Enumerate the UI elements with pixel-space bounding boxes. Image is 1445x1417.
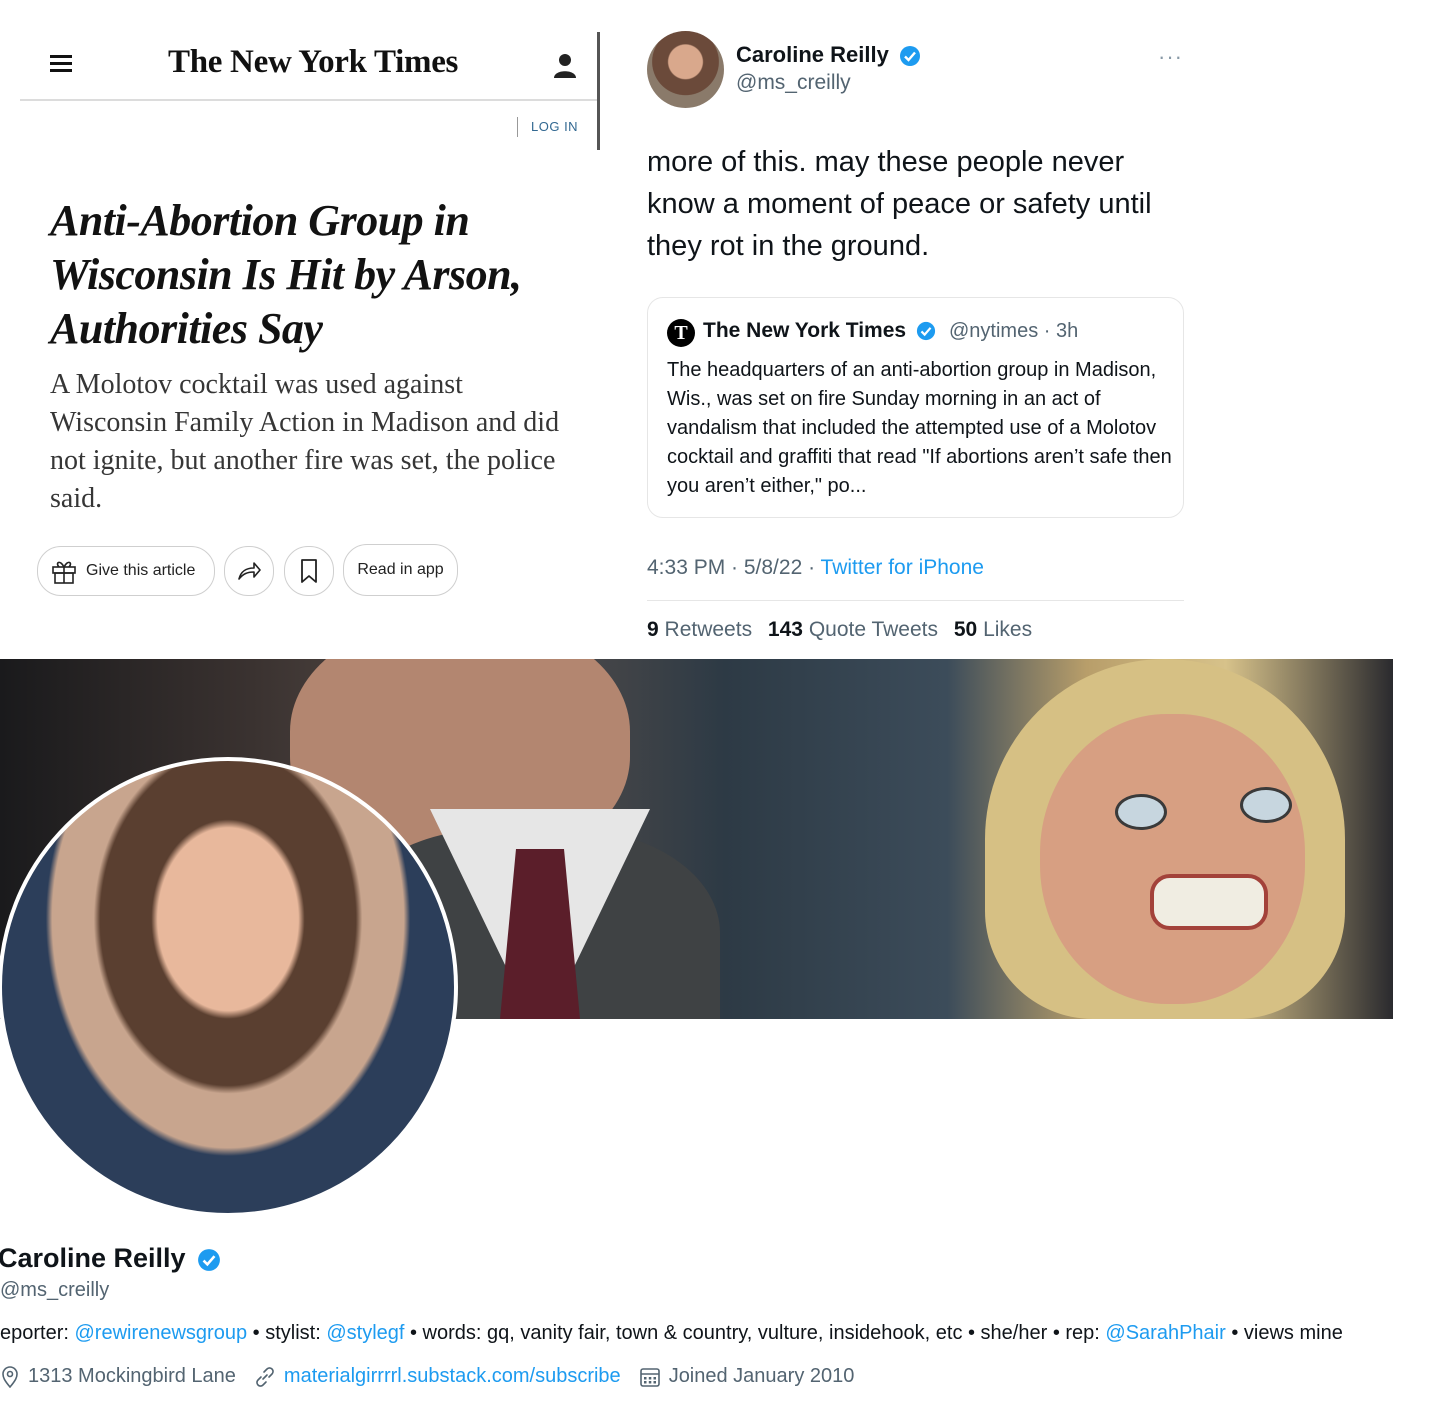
share-button[interactable] xyxy=(224,546,274,596)
profile-handle: @ms_creilly xyxy=(0,1279,110,1301)
bio-text: • words: gq, vanity fair, town & country… xyxy=(404,1322,1106,1344)
retweets-count: 9 xyxy=(647,618,659,641)
link-icon xyxy=(256,1366,274,1387)
quoted-tweet-author[interactable]: The New York Times xyxy=(703,319,936,343)
read-in-app-button[interactable]: Read in app xyxy=(343,544,458,596)
likes-label: Likes xyxy=(983,618,1033,641)
profile-name-text: Caroline Reilly xyxy=(0,1243,186,1273)
article-summary: A Molotov cocktail was used against Wisc… xyxy=(50,369,560,514)
quoted-author-text: The New York Times xyxy=(703,319,907,342)
login-separator xyxy=(517,117,518,137)
profile-joined: Joined January 2010 xyxy=(639,1365,855,1388)
gift-icon xyxy=(52,561,76,584)
tweet-author-name-text: Caroline Reilly xyxy=(736,42,889,67)
quoted-tweet-meta: @nytimes · 3h xyxy=(949,320,1079,342)
bio-link-stylegf[interactable]: @stylegf xyxy=(326,1322,404,1344)
location-text: 1313 Mockingbird Lane xyxy=(28,1365,236,1387)
nyt-logo[interactable]: The New York Times xyxy=(168,44,463,81)
bio-text: eporter: xyxy=(0,1322,75,1344)
verified-icon xyxy=(899,46,920,67)
menu-icon[interactable] xyxy=(50,55,72,73)
profile-avatar[interactable] xyxy=(0,757,458,1217)
tweet-source-link[interactable]: Twitter for iPhone xyxy=(821,556,984,579)
give-article-button[interactable]: Give this article xyxy=(37,546,215,596)
nyt-avatar-icon: T xyxy=(667,319,695,347)
tweet-author-handle[interactable]: @ms_creilly xyxy=(736,71,851,95)
quote-tweets-stat[interactable]: 143 Quote Tweets xyxy=(768,618,938,641)
stats-divider xyxy=(647,600,1184,601)
share-icon xyxy=(238,562,261,580)
profile-website[interactable]: materialgirrrrl.substack.com/subscribe xyxy=(254,1365,621,1388)
likes-count: 50 xyxy=(953,618,978,641)
profile-bio: eporter: @rewirenewsgroup • stylist: @st… xyxy=(0,1322,1343,1345)
joined-text: Joined January 2010 xyxy=(668,1365,855,1387)
likes-stat[interactable]: 50 Likes xyxy=(954,618,1032,641)
location-pin-icon xyxy=(2,1365,18,1388)
bio-text: • views mine xyxy=(1225,1322,1343,1344)
tweet-author-name[interactable]: Caroline Reilly xyxy=(736,42,921,68)
bookmark-icon xyxy=(301,559,317,583)
article-headline: Anti-Abortion Group in Wisconsin Is Hit … xyxy=(50,196,522,353)
tweet-author-avatar[interactable] xyxy=(647,31,724,108)
quote-tweets-count: 143 xyxy=(767,618,803,641)
quoted-tweet-text: The headquarters of an anti-abortion gro… xyxy=(667,359,1172,497)
verified-icon xyxy=(916,322,936,341)
profile-meta: 1313 Mockingbird Lane materialgirrrrl.su… xyxy=(0,1365,872,1388)
website-link[interactable]: materialgirrrrl.substack.com/subscribe xyxy=(284,1365,621,1388)
bio-link-rewire[interactable]: @rewirenewsgroup xyxy=(74,1322,247,1344)
login-link[interactable]: LOG IN xyxy=(531,119,578,134)
bio-link-sarahphair[interactable]: @SarahPhair xyxy=(1105,1322,1225,1344)
give-article-label: Give this article xyxy=(86,562,196,579)
tweet-stats: 9 Retweets 143 Quote Tweets 50 Likes xyxy=(647,618,1032,642)
more-options-icon[interactable]: ··· xyxy=(1158,44,1183,70)
account-icon[interactable] xyxy=(550,50,580,80)
tweet-text: more of this. may these people never kno… xyxy=(647,146,1152,262)
verified-icon xyxy=(198,1248,221,1271)
save-button[interactable] xyxy=(284,546,334,596)
bio-text: • stylist: xyxy=(247,1322,327,1344)
tweet-time-text: 4:33 PM · 5/8/22 · xyxy=(647,556,821,579)
tweet-timestamp: 4:33 PM · 5/8/22 · Twitter for iPhone xyxy=(647,556,984,580)
retweets-stat[interactable]: 9 Retweets xyxy=(647,618,752,641)
quote-tweets-label: Quote Tweets xyxy=(808,618,939,641)
header-divider xyxy=(20,99,598,101)
retweets-label: Retweets xyxy=(664,618,753,641)
profile-location: 1313 Mockingbird Lane xyxy=(0,1365,236,1388)
scrollbar[interactable] xyxy=(597,32,600,150)
calendar-icon xyxy=(639,1367,660,1387)
profile-name: Caroline Reilly xyxy=(0,1243,221,1274)
